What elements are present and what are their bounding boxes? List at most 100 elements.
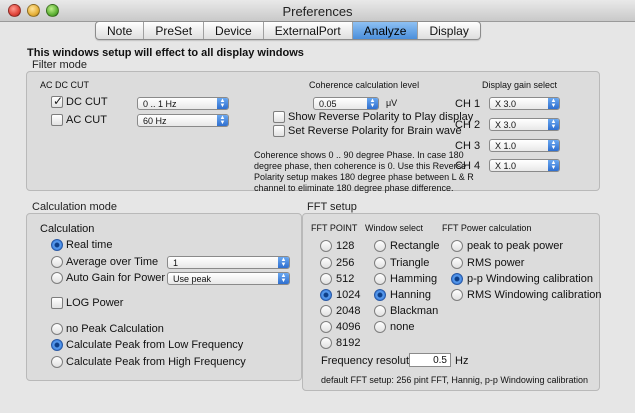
ch1-label: CH 1 <box>455 98 481 110</box>
fft-point-2048-radio[interactable] <box>320 305 332 317</box>
average-over-time-label: Average over Time <box>66 256 159 268</box>
fft-point-1024-radio[interactable] <box>320 289 332 301</box>
power-peak-to-peak-radio[interactable] <box>451 240 463 252</box>
ch1-gain-value: X 3.0 <box>495 99 517 109</box>
fft-setup-label: FFT setup <box>307 201 357 213</box>
auto-gain-radio[interactable] <box>51 272 63 284</box>
tab-bar: Note PreSet Device ExternalPort Analyze … <box>95 21 481 40</box>
notice-text: This windows setup will effect to all di… <box>27 47 304 59</box>
ch4-gain-value: X 1.0 <box>495 161 517 171</box>
set-reverse-polarity-label: Set Reverse Polarity for Brain wave <box>288 125 462 137</box>
ac-cut-value: 60 Hz <box>143 116 167 126</box>
no-peak-label: no Peak Calculation <box>66 323 164 335</box>
power-pp-windowing-radio[interactable] <box>451 273 463 285</box>
ac-cut-label: AC CUT <box>66 114 107 126</box>
ch3-gain-value: X 1.0 <box>495 141 517 151</box>
power-rms-label: RMS power <box>467 257 525 269</box>
display-gain-label: Display gain select <box>482 80 558 90</box>
average-over-time-select[interactable]: 1 ▲ ▼ <box>167 256 290 269</box>
window-none-label: none <box>390 321 415 333</box>
power-rms-radio[interactable] <box>451 257 463 269</box>
window-blackman-radio[interactable] <box>374 305 386 317</box>
real-time-radio[interactable] <box>51 239 63 251</box>
fft-point-4096-radio[interactable] <box>320 321 332 333</box>
default-fft-setup-note: default FFT setup: 256 pint FFT, Hannig,… <box>321 375 588 385</box>
ch2-gain-select[interactable]: X 3.0 ▲ ▼ <box>489 118 560 131</box>
set-reverse-polarity-checkbox[interactable] <box>273 125 285 137</box>
fft-point-256-radio[interactable] <box>320 257 332 269</box>
no-peak-radio[interactable] <box>51 323 63 335</box>
ch2-label: CH 2 <box>455 119 481 131</box>
ch1-gain-select[interactable]: X 3.0 ▲ ▼ <box>489 97 560 110</box>
average-over-time-value: 1 <box>173 258 179 268</box>
window-triangle-radio[interactable] <box>374 257 386 269</box>
filter-mode-label: Filter mode <box>32 59 88 71</box>
peak-high-radio[interactable] <box>51 356 63 368</box>
window-hanning-label: Hanning <box>390 289 431 301</box>
fft-point-2048-label: 2048 <box>336 305 361 317</box>
dc-cut-label: DC CUT <box>66 96 108 108</box>
auto-gain-label: Auto Gain for Power <box>66 272 166 284</box>
dc-cut-value: 0 .. 1 Hz <box>143 99 177 109</box>
calculation-label: Calculation <box>40 223 95 235</box>
window-hamming-label: Hamming <box>390 273 438 285</box>
window-none-radio[interactable] <box>374 321 386 333</box>
window-hanning-radio[interactable] <box>374 289 386 301</box>
fft-point-4096-label: 4096 <box>336 321 361 333</box>
tab-note[interactable]: Note <box>96 22 145 39</box>
power-rms-windowing-radio[interactable] <box>451 289 463 301</box>
real-time-label: Real time <box>66 239 113 251</box>
peak-high-label: Calculate Peak from High Frequency <box>66 356 246 368</box>
window-rectangle-label: Rectangle <box>390 240 440 252</box>
dc-cut-select[interactable]: 0 .. 1 Hz ▲ ▼ <box>137 97 229 110</box>
coherence-unit: μV <box>386 98 398 108</box>
ac-cut-checkbox[interactable] <box>51 114 63 126</box>
coherence-level-select[interactable]: 0.05 ▲ ▼ <box>313 97 379 110</box>
peak-low-radio[interactable] <box>51 339 63 351</box>
window-hamming-radio[interactable] <box>374 273 386 285</box>
ch4-label: CH 4 <box>455 160 481 172</box>
fft-point-8192-radio[interactable] <box>320 337 332 349</box>
ac-cut-select[interactable]: 60 Hz ▲ ▼ <box>137 114 229 127</box>
dc-cut-checkbox[interactable] <box>51 94 63 108</box>
ch3-label: CH 3 <box>455 140 481 152</box>
updown-arrows-icon: ▲ ▼ <box>367 98 378 109</box>
ac-dc-cut-label: AC DC CUT <box>40 80 89 90</box>
fft-point-1024-label: 1024 <box>336 289 361 301</box>
peak-low-label: Calculate Peak from Low Frequency <box>66 339 244 351</box>
tab-preset[interactable]: PreSet <box>144 22 205 39</box>
updown-arrows-icon: ▲ ▼ <box>548 98 559 109</box>
ch4-gain-select[interactable]: X 1.0 ▲ ▼ <box>489 159 560 172</box>
tab-analyze[interactable]: Analyze <box>352 22 419 39</box>
frequency-resolution-unit: Hz <box>455 355 469 367</box>
log-power-checkbox[interactable] <box>51 297 63 309</box>
fft-point-512-radio[interactable] <box>320 273 332 285</box>
frequency-resolution-input[interactable]: 0.5 <box>409 353 451 367</box>
window-rectangle-radio[interactable] <box>374 240 386 252</box>
ch2-gain-value: X 3.0 <box>495 120 517 130</box>
updown-arrows-icon: ▲ ▼ <box>278 257 289 268</box>
fft-point-128-radio[interactable] <box>320 240 332 252</box>
show-reverse-polarity-label: Show Reverse Polarity to Play display <box>288 111 474 123</box>
title-bar: Preferences <box>0 0 635 22</box>
average-over-time-radio[interactable] <box>51 256 63 268</box>
tab-display[interactable]: Display <box>418 22 479 39</box>
coherence-level-value: 0.05 <box>319 99 337 109</box>
power-peak-to-peak-label: peak to peak power <box>467 240 564 252</box>
fft-point-128-label: 128 <box>336 240 355 252</box>
fft-point-8192-label: 8192 <box>336 337 361 349</box>
tab-device[interactable]: Device <box>204 22 264 39</box>
updown-arrows-icon: ▲ ▼ <box>217 98 228 109</box>
ch3-gain-select[interactable]: X 1.0 ▲ ▼ <box>489 139 560 152</box>
calculation-mode-label: Calculation mode <box>32 201 117 213</box>
updown-arrows-icon: ▲ ▼ <box>548 160 559 171</box>
auto-gain-select[interactable]: Use peak ▲ ▼ <box>167 272 290 285</box>
window-triangle-label: Triangle <box>390 257 430 269</box>
window-blackman-label: Blackman <box>390 305 439 317</box>
fft-point-512-label: 512 <box>336 273 355 285</box>
fft-point-label: FFT POINT <box>311 223 358 233</box>
show-reverse-polarity-checkbox[interactable] <box>273 111 285 123</box>
tab-externalport[interactable]: ExternalPort <box>264 22 353 39</box>
updown-arrows-icon: ▲ ▼ <box>548 119 559 130</box>
updown-arrows-icon: ▲ ▼ <box>548 140 559 151</box>
